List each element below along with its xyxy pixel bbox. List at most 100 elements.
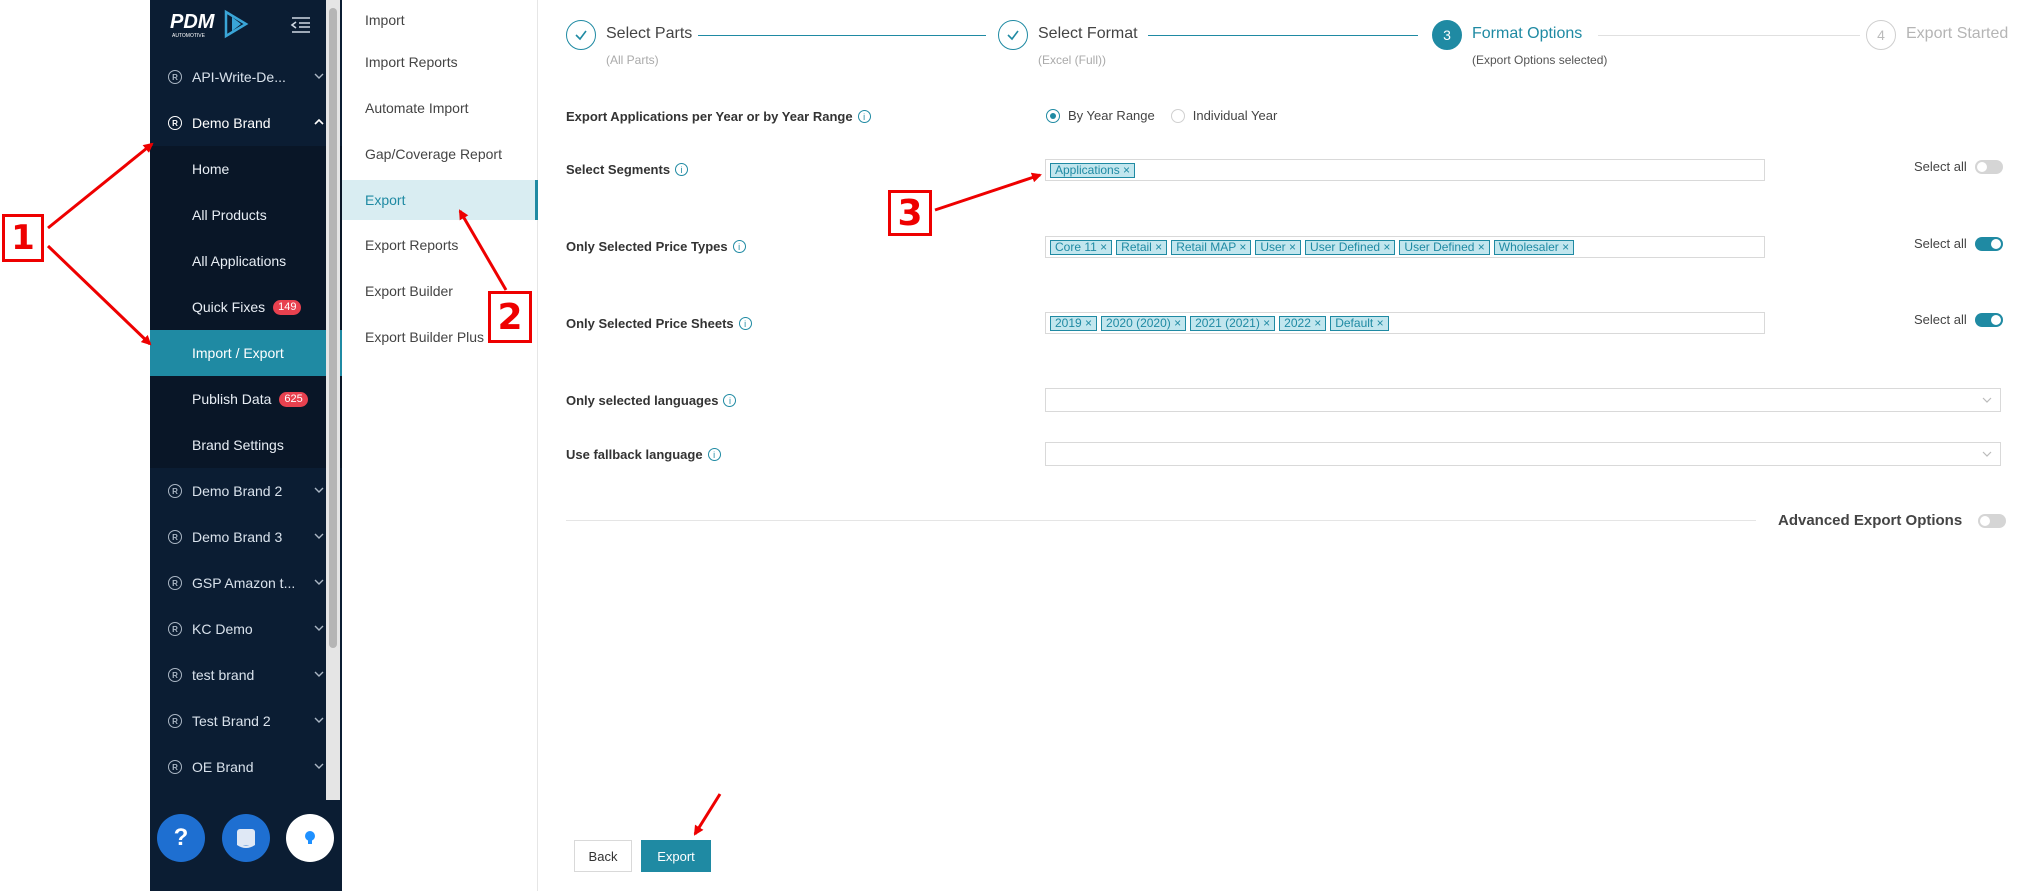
segments-select[interactable]: Applications × bbox=[1045, 159, 1765, 181]
price-types-select[interactable]: Core 11 × Retail × Retail MAP × User × U… bbox=[1045, 236, 1765, 258]
sidebar-brand-demo-brand-3[interactable]: R Demo Brand 3 bbox=[150, 514, 342, 560]
submenu-item-export-reports[interactable]: Export Reports bbox=[342, 225, 538, 265]
chevron-down-icon bbox=[314, 533, 324, 539]
sidebar-item-import-export[interactable]: Import / Export bbox=[150, 330, 342, 376]
year-range-label: Export Applications per Year or by Year … bbox=[566, 109, 871, 124]
sidebar-item-brand-settings[interactable]: Brand Settings bbox=[150, 422, 342, 468]
tag-price-sheet[interactable]: 2022 × bbox=[1279, 315, 1327, 331]
tag-price-sheet[interactable]: Default × bbox=[1330, 315, 1389, 331]
languages-label: Only selected languages i bbox=[566, 393, 737, 408]
chevron-down-icon bbox=[1982, 451, 1992, 457]
segments-select-all-toggle[interactable] bbox=[1974, 159, 2003, 174]
registered-icon: R bbox=[168, 116, 182, 130]
sidebar-item-home[interactable]: Home bbox=[150, 146, 342, 192]
annotation-arrow-1b bbox=[46, 244, 152, 346]
tag-price-sheet[interactable]: 2020 (2020) × bbox=[1101, 315, 1187, 331]
tag-price-type[interactable]: User Defined × bbox=[1399, 239, 1490, 255]
sidebar-brand-api-write[interactable]: R API-Write-De... bbox=[150, 54, 342, 100]
sidebar-item-publish-data[interactable]: Publish Data 625 bbox=[150, 376, 342, 422]
tag-price-type[interactable]: Retail × bbox=[1116, 239, 1168, 255]
advanced-options-toggle[interactable] bbox=[1978, 513, 2007, 528]
submenu-item-gap-coverage-report[interactable]: Gap/Coverage Report bbox=[342, 134, 538, 174]
info-icon[interactable]: i bbox=[738, 317, 752, 330]
chevron-down-icon bbox=[314, 487, 324, 493]
tag-applications[interactable]: Applications × bbox=[1050, 162, 1136, 178]
sidebar-scrollbar-thumb[interactable] bbox=[329, 8, 337, 648]
tag-price-sheet[interactable]: 2021 (2021) × bbox=[1190, 315, 1276, 331]
info-icon[interactable]: i bbox=[732, 240, 746, 253]
step-subtitle: (Export Options selected) bbox=[1472, 53, 1608, 67]
pdm-logo: PDM AUTOMOTIVE bbox=[170, 9, 249, 39]
check-icon bbox=[575, 30, 587, 41]
step-title: Export Started bbox=[1906, 25, 2009, 42]
count-badge: 625 bbox=[279, 391, 308, 407]
submenu-item-label: Automate Import bbox=[365, 100, 469, 116]
price-sheets-select[interactable]: 2019 × 2020 (2020) × 2021 (2021) × 2022 … bbox=[1045, 312, 1765, 334]
tag-price-type[interactable]: Retail MAP × bbox=[1171, 239, 1252, 255]
info-icon[interactable]: i bbox=[675, 163, 689, 176]
sidebar-brand-test-brand[interactable]: R test brand bbox=[150, 652, 342, 698]
annotation-arrow-1a bbox=[47, 142, 154, 230]
tag-price-sheet[interactable]: 2019 × bbox=[1050, 315, 1098, 331]
submenu-item-import-reports[interactable]: Import Reports bbox=[342, 42, 538, 82]
price-sheets-select-all-toggle[interactable] bbox=[1974, 312, 2003, 327]
import-export-submenu: Import Import Reports Automate Import Ga… bbox=[342, 0, 538, 891]
sidebar-brand-demo-brand[interactable]: R Demo Brand bbox=[150, 100, 342, 146]
field-label-text: Only selected languages bbox=[566, 393, 719, 408]
step-format-options[interactable]: 3 Format Options (Export Options selecte… bbox=[1432, 20, 1852, 70]
sidebar-brand-gsp-amazon[interactable]: R GSP Amazon t... bbox=[150, 560, 342, 606]
submenu-item-label: Gap/Coverage Report bbox=[365, 146, 502, 162]
step-export-started[interactable]: 4 Export Started bbox=[1866, 20, 2025, 70]
chevron-down-icon bbox=[314, 717, 324, 723]
idea-button[interactable] bbox=[286, 814, 334, 862]
radio-by-year-range[interactable] bbox=[1046, 108, 1060, 123]
sidebar-item-label: Brand Settings bbox=[192, 437, 284, 453]
export-button[interactable]: Export bbox=[641, 840, 711, 872]
sidebar-brand-oe-brand[interactable]: R OE Brand bbox=[150, 744, 342, 790]
back-button[interactable]: Back bbox=[574, 840, 632, 872]
sidebar-brand-test-brand-2[interactable]: R Test Brand 2 bbox=[150, 698, 342, 744]
help-button[interactable]: ? bbox=[157, 814, 205, 862]
sidebar-brand-label: GSP Amazon t... bbox=[192, 575, 296, 591]
menu-collapse-icon[interactable] bbox=[290, 16, 312, 34]
sidebar-brand-kc-demo[interactable]: R KC Demo bbox=[150, 606, 342, 652]
count-badge: 149 bbox=[273, 299, 302, 315]
price-types-select-all-toggle[interactable] bbox=[1974, 236, 2003, 251]
registered-icon: R bbox=[168, 576, 182, 590]
sidebar-item-quick-fixes[interactable]: Quick Fixes 149 bbox=[150, 284, 342, 330]
sidebar-brand-label: Demo Brand bbox=[192, 115, 271, 131]
price-sheets-select-all: Select all bbox=[1914, 312, 2003, 327]
info-icon[interactable]: i bbox=[723, 394, 737, 407]
book-button[interactable] bbox=[222, 814, 270, 862]
lightbulb-icon bbox=[305, 831, 315, 844]
submenu-item-automate-import[interactable]: Automate Import bbox=[342, 88, 538, 128]
sidebar-brand-demo-brand-2[interactable]: R Demo Brand 2 bbox=[150, 468, 342, 514]
tag-price-type[interactable]: User × bbox=[1255, 239, 1302, 255]
tag-price-type[interactable]: User Defined × bbox=[1305, 239, 1396, 255]
chevron-down-icon bbox=[314, 763, 324, 769]
step-subtitle: (Excel (Full)) bbox=[1038, 53, 1106, 67]
submenu-item-label: Import bbox=[365, 12, 405, 28]
registered-icon: R bbox=[168, 484, 182, 498]
fallback-language-select[interactable] bbox=[1045, 442, 2001, 466]
submenu-item-label: Import Reports bbox=[365, 54, 458, 70]
step-select-parts[interactable]: Select Parts (All Parts) bbox=[566, 20, 986, 70]
submenu-item-export[interactable]: Export bbox=[342, 180, 538, 220]
tag-price-type[interactable]: Wholesaler × bbox=[1493, 239, 1575, 255]
radio-label: Individual Year bbox=[1192, 108, 1278, 123]
info-icon[interactable]: i bbox=[707, 448, 721, 461]
radio-individual-year[interactable] bbox=[1170, 108, 1185, 123]
tag-price-type[interactable]: Core 11 × bbox=[1050, 239, 1113, 255]
section-divider bbox=[566, 520, 1756, 521]
sidebar-item-label: All Products bbox=[192, 207, 267, 223]
sidebar-item-all-applications[interactable]: All Applications bbox=[150, 238, 342, 284]
submenu-item-import[interactable]: Import bbox=[342, 0, 538, 40]
submenu-item-label: Export Reports bbox=[365, 237, 459, 253]
annotation-label-3: 3 bbox=[888, 190, 932, 236]
book-icon bbox=[237, 829, 255, 848]
languages-select[interactable] bbox=[1045, 388, 2001, 412]
logo-row: PDM AUTOMOTIVE bbox=[150, 0, 342, 48]
info-icon[interactable]: i bbox=[857, 110, 871, 123]
sidebar-item-all-products[interactable]: All Products bbox=[150, 192, 342, 238]
step-select-format[interactable]: Select Format (Excel (Full)) bbox=[998, 20, 1418, 70]
